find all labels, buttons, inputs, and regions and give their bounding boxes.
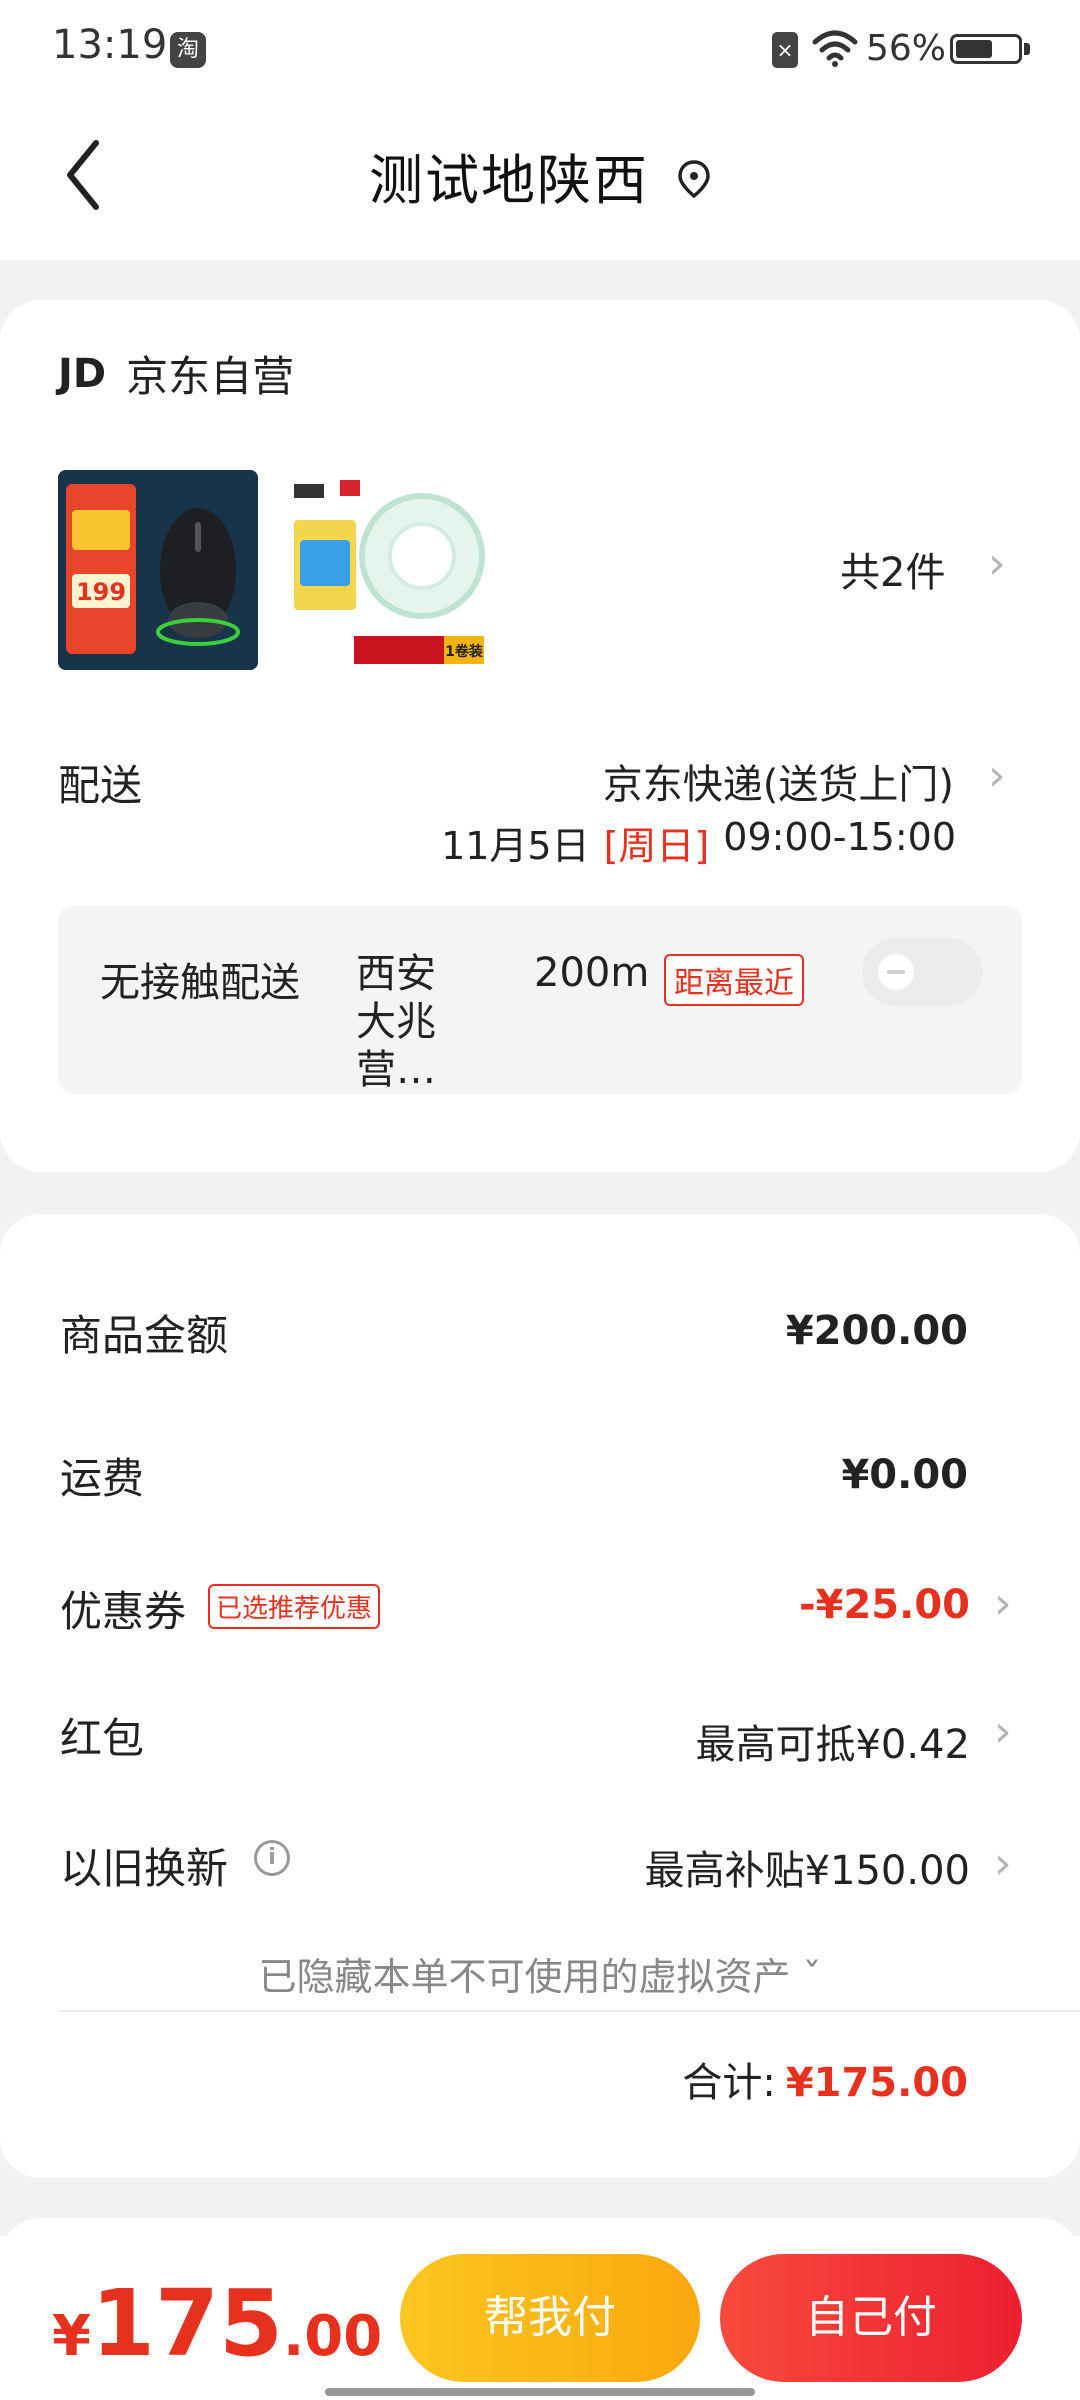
chevron-right-icon[interactable]: › bbox=[994, 1838, 1012, 1889]
help-me-pay-button[interactable]: 帮我付 bbox=[400, 2254, 700, 2382]
title-bar[interactable]: 测试地陕西 bbox=[0, 135, 1080, 215]
contactless-toggle[interactable] bbox=[862, 938, 982, 1006]
red-packet-value[interactable]: 最高可抵¥0.42 bbox=[695, 1712, 970, 1770]
coupon-label: 优惠券 bbox=[60, 1587, 187, 1636]
chevron-right-icon[interactable]: › bbox=[988, 538, 1006, 589]
freight-value: ¥0.00 bbox=[841, 1452, 968, 1498]
chevron-right-icon[interactable]: › bbox=[994, 1578, 1012, 1629]
delivery-time[interactable]: 11月5日 [周日] 09:00-15:00 bbox=[441, 815, 956, 870]
delivery-date: 11月5日 bbox=[441, 824, 590, 868]
taobao-app-icon: 淘 bbox=[170, 32, 206, 68]
jd-logo: JD bbox=[58, 350, 107, 397]
pay-myself-button[interactable]: 自己付 bbox=[720, 2254, 1022, 2382]
delivery-window: 09:00-15:00 bbox=[723, 815, 956, 859]
freight-label: 运费 bbox=[60, 1454, 145, 1503]
total-label: 合计: bbox=[682, 2060, 776, 2106]
store-header[interactable]: JD 京东自营 bbox=[58, 343, 294, 404]
pickup-point-name[interactable]: 西安大兆营… bbox=[356, 950, 456, 1094]
goods-amount-value: ¥200.00 bbox=[785, 1308, 968, 1354]
red-packet-label: 红包 bbox=[60, 1714, 145, 1763]
hidden-assets-toggle[interactable]: 已隐藏本单不可使用的虚拟资产 ˇ bbox=[0, 1946, 1080, 2001]
mouse-price-tag: 199 bbox=[76, 578, 126, 606]
battery-percent: 56% bbox=[866, 28, 947, 69]
delivery-weekday: [周日] bbox=[603, 824, 710, 868]
toggle-knob bbox=[878, 954, 914, 990]
product-thumb-tape[interactable]: 1卷装 bbox=[294, 470, 494, 670]
item-count[interactable]: 共2件 bbox=[840, 540, 945, 598]
bottom-total-price: ¥ 175 .00 bbox=[52, 2270, 382, 2377]
tape-pack-tag: 1卷装 bbox=[445, 643, 484, 660]
total-value: ¥175.00 bbox=[785, 2060, 968, 2106]
contactless-label: 无接触配送 bbox=[100, 960, 300, 1006]
delivery-label: 配送 bbox=[58, 761, 143, 810]
info-icon[interactable]: i bbox=[254, 1840, 290, 1876]
nearest-badge: 距离最近 bbox=[664, 954, 804, 1006]
location-pin-icon[interactable] bbox=[677, 159, 711, 199]
price-integer: 175 bbox=[90, 2270, 284, 2377]
goods-amount-label: 商品金额 bbox=[60, 1311, 229, 1360]
sim-icon: × bbox=[772, 32, 798, 68]
price-decimal: .00 bbox=[283, 2304, 383, 2369]
store-name: 京东自营 bbox=[126, 352, 295, 401]
status-time: 13:19 bbox=[52, 22, 168, 68]
coupon-value[interactable]: -¥25.00 bbox=[799, 1582, 970, 1628]
chevron-right-icon[interactable]: › bbox=[988, 750, 1006, 801]
tape-product-image: 1卷装 bbox=[294, 470, 494, 670]
home-indicator[interactable] bbox=[325, 2388, 755, 2396]
divider bbox=[58, 2010, 1080, 2012]
chevron-right-icon[interactable]: › bbox=[994, 1706, 1012, 1757]
trade-in-label: 以旧换新 bbox=[60, 1844, 229, 1893]
total-row: 合计: ¥175.00 bbox=[682, 2050, 968, 2108]
mouse-product-image: 199 bbox=[58, 470, 258, 670]
pickup-distance: 200m bbox=[534, 950, 650, 996]
delivery-method[interactable]: 京东快递(送货上门) bbox=[603, 752, 954, 810]
wifi-icon bbox=[812, 30, 858, 67]
battery-icon bbox=[950, 34, 1022, 64]
page-title: 测试地陕西 bbox=[369, 148, 649, 212]
coupon-badge: 已选推荐优惠 bbox=[208, 1584, 381, 1629]
currency-symbol: ¥ bbox=[52, 2304, 91, 2369]
trade-in-value[interactable]: 最高补贴¥150.00 bbox=[645, 1838, 970, 1896]
battery-cap bbox=[1024, 43, 1030, 55]
product-thumb-mouse[interactable]: 199 bbox=[58, 470, 258, 670]
